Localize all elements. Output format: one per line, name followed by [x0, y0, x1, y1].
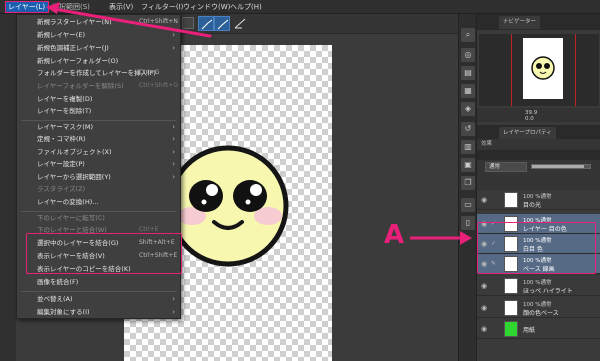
eye-icon[interactable]: ◉	[481, 325, 487, 333]
properties-tab-bar: レイヤープロパティ	[477, 125, 600, 140]
submenu-arrow-icon: ›	[172, 123, 175, 131]
navigator-tab-bar: ナビゲーター	[477, 14, 600, 30]
annotation-label: A	[384, 220, 405, 250]
layer-name: 目の光	[523, 202, 542, 209]
opacity-slider[interactable]	[531, 164, 591, 169]
menu-item-duplicate-layer[interactable]: レイヤーを複製(D)	[17, 93, 180, 105]
menu-item-file-object[interactable]: ファイルオブジェクト(X) ›	[17, 146, 180, 158]
selected-layers-highlight	[477, 222, 596, 274]
submenu-arrow-icon: ›	[172, 135, 175, 143]
menu-item-create-folder-insert[interactable]: フォルダーを作成してレイヤーを挿入(F) Ctrl+G	[17, 67, 180, 79]
submenu-arrow-icon: ›	[172, 148, 175, 156]
layer-name: ほっぺ ハイライト	[523, 288, 573, 295]
app-window: レイヤー(L) 選択範囲(S) 表示(V) フィルター(I) ウィンドウ(W) …	[0, 0, 600, 361]
opacity-slider-fill	[532, 165, 585, 168]
image-panel-icon[interactable]: ▦	[461, 84, 475, 98]
eye-icon[interactable]: ◉	[481, 196, 487, 204]
submenu-arrow-icon: ›	[172, 308, 175, 316]
grid-icon[interactable]: ▥	[461, 140, 475, 154]
menu-item-edit-target[interactable]: 編集対象にする(I) ›	[17, 306, 180, 318]
eye-icon[interactable]: ◉	[481, 304, 487, 312]
pointer-arrow-icon	[46, 2, 212, 38]
tab-navigator[interactable]: ナビゲーター	[499, 16, 541, 29]
layer-row[interactable]: ◉ 用紙	[477, 319, 600, 339]
layer-row[interactable]: ◉ 100 %通常 ほっぺ ハイライト	[477, 276, 600, 296]
menu-item-layer-mask[interactable]: レイヤーマスク(M) ›	[17, 121, 180, 133]
menu-item-sort[interactable]: 並べ替え(A) ›	[17, 293, 180, 305]
blend-mode-select[interactable]: 通常	[485, 162, 527, 172]
layer-panel-toolbar: 通常	[477, 160, 600, 190]
submenu-arrow-icon: ›	[172, 44, 175, 52]
layer-mode: 100 %通常	[523, 280, 552, 286]
copy-icon[interactable]: ❐	[461, 176, 475, 190]
annotation-arrow-icon	[410, 231, 472, 245]
menu-item-convert-layer[interactable]: レイヤーの変換(H)...	[17, 196, 180, 208]
effect-row: 効果	[477, 139, 600, 150]
submenu-arrow-icon: ›	[172, 295, 175, 303]
layer-name: 用紙	[523, 327, 536, 334]
material-icon[interactable]: ◈	[461, 102, 475, 116]
layer-stack-icon[interactable]: ▣	[461, 158, 475, 172]
layer-row[interactable]: ◉ 100 %通常 目の光	[477, 190, 600, 210]
menu-item-ruler-frame[interactable]: 定規・コマ枠(R) ›	[17, 133, 180, 145]
layer-panel-icon[interactable]: ▤	[461, 66, 475, 80]
navigator-guide-line	[575, 34, 576, 106]
navigator-guide-line	[511, 34, 512, 106]
layer-row[interactable]: ◉ 100 %通常 顔の色ベース	[477, 298, 600, 318]
layer-thumbnail	[504, 192, 518, 208]
menu-item-selection-from-layer[interactable]: レイヤーから選択範囲(Y) ›	[17, 171, 180, 183]
left-tool-strip	[0, 14, 16, 361]
right-tool-column: ⌕ ◎ ▤ ▦ ◈ ↺ ▥ ▣ ❐ ▭ ▯	[458, 14, 476, 361]
navigator-thumbnail	[523, 38, 563, 99]
face-illustration	[168, 145, 289, 267]
menu-item-rasterize: ラスタライズ(Z)	[37, 185, 86, 193]
face-thumbnail	[531, 56, 555, 80]
eye-icon[interactable]: ◉	[481, 282, 487, 290]
layer-mode: 100 %通常	[523, 194, 552, 200]
menu-separator	[21, 291, 176, 292]
menu-item-layer-settings[interactable]: レイヤー設定(P) ›	[17, 158, 180, 170]
pen-style-button-3[interactable]	[232, 16, 248, 31]
navigator-zoom-bar: 39.9 0.0	[477, 108, 600, 122]
submenu-arrow-icon: ›	[172, 173, 175, 181]
merge-items-highlight	[26, 233, 182, 274]
menu-item-transfer-down: 下のレイヤーに転写(C)	[37, 214, 105, 222]
menu-item-delete-layer[interactable]: レイヤーを削除(T)	[17, 105, 180, 117]
layer-thumbnail	[504, 278, 518, 294]
history-icon[interactable]: ↺	[461, 122, 475, 136]
menu-item-flatten-image[interactable]: 画像を統合(F)	[17, 276, 180, 288]
search-icon[interactable]: ⌕	[461, 28, 475, 42]
layer-mode: 100 %通常	[523, 302, 552, 308]
palette-icon[interactable]: ◎	[461, 48, 475, 62]
right-panel: ナビゲーター 39.9 0.0 レイヤープロパティ 効果 通常 ◉ 100 %通…	[476, 14, 600, 361]
menu-item-new-correction-layer[interactable]: 新規色調補正レイヤー(J) ›	[17, 42, 180, 54]
menu-item-release-folder: レイヤーフォルダーを解除(S) Ctrl+Shift+G	[37, 82, 179, 90]
menu-help[interactable]: ヘルプ(H)	[230, 2, 262, 13]
folder-icon[interactable]: ▭	[461, 198, 475, 212]
layer-thumbnail	[504, 321, 518, 337]
menu-item-new-layer-folder[interactable]: 新規レイヤーフォルダー(O)	[17, 55, 180, 67]
angle-value: 0.0	[525, 116, 534, 122]
layer-thumbnail	[504, 300, 518, 316]
layer-name: 顔の色ベース	[523, 310, 559, 317]
pen-style-button-2[interactable]	[214, 16, 230, 31]
tool-property-bar	[180, 14, 458, 34]
layer-panel-header	[477, 150, 600, 160]
submenu-arrow-icon: ›	[172, 160, 175, 168]
